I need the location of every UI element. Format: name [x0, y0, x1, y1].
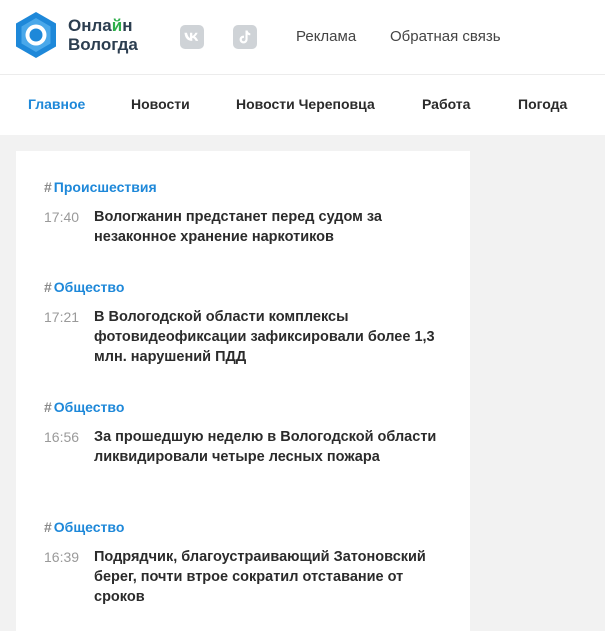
- main-nav: Главное Новости Новости Череповца Работа…: [0, 74, 605, 135]
- nav-item-jobs[interactable]: Работа: [422, 96, 470, 112]
- site-logo-icon[interactable]: [14, 11, 58, 59]
- list-item: # Общество 17:21 В Вологодской области ко…: [44, 278, 444, 367]
- hash-icon: #: [44, 179, 52, 195]
- feedback-link[interactable]: Обратная связь: [390, 28, 501, 45]
- news-title-link[interactable]: Вологжанин предстанет перед судом за нез…: [94, 207, 439, 247]
- rubric-label: Общество: [53, 279, 125, 295]
- rubric-label: Происшествия: [53, 179, 157, 195]
- ads-link[interactable]: Реклама: [296, 28, 356, 45]
- vk-icon[interactable]: [180, 25, 204, 49]
- list-item: # Общество 16:39 Подрядчик, благоустраива…: [44, 518, 444, 607]
- rubric-link[interactable]: # Происшествия: [44, 178, 444, 196]
- news-time: 17:40: [44, 209, 80, 225]
- brand-name[interactable]: Онлайн Вологда: [68, 16, 138, 54]
- brand-line1-start: Онла: [68, 16, 112, 35]
- rubric-link[interactable]: # Общество: [44, 518, 444, 536]
- site-header: Онлайн Вологда Реклама Обратная связь: [0, 0, 605, 74]
- list-item: # Происшествия 17:40 Вологжанин предстане…: [44, 178, 444, 247]
- brand-line2: Вологда: [68, 35, 138, 54]
- brand-line1-end: н: [122, 16, 133, 35]
- news-feed: # Происшествия 17:40 Вологжанин предстане…: [16, 151, 470, 631]
- tiktok-icon[interactable]: [233, 25, 257, 49]
- hash-icon: #: [44, 519, 52, 535]
- rubric-label: Общество: [53, 399, 125, 415]
- nav-item-cherepovets-news[interactable]: Новости Череповца: [236, 96, 375, 112]
- hash-icon: #: [44, 279, 52, 295]
- news-title-link[interactable]: В Вологодской области комплексы фотовиде…: [94, 307, 439, 367]
- nav-item-main[interactable]: Главное: [28, 96, 85, 112]
- rubric-label: Общество: [53, 519, 125, 535]
- news-time: 17:21: [44, 309, 80, 325]
- nav-item-news[interactable]: Новости: [131, 96, 190, 112]
- rubric-link[interactable]: # Общество: [44, 398, 444, 416]
- news-title-link[interactable]: За прошедшую неделю в Вологодской област…: [94, 427, 439, 467]
- news-time: 16:39: [44, 549, 80, 565]
- list-item: # Общество 16:56 За прошедшую неделю в Во…: [44, 398, 444, 467]
- news-title-link[interactable]: Подрядчик, благоустраивающий Затоновский…: [94, 547, 439, 607]
- nav-item-weather[interactable]: Погода: [518, 96, 567, 112]
- rubric-link[interactable]: # Общество: [44, 278, 444, 296]
- brand-line1-accent: й: [111, 16, 123, 35]
- news-time: 16:56: [44, 429, 80, 445]
- hash-icon: #: [44, 399, 52, 415]
